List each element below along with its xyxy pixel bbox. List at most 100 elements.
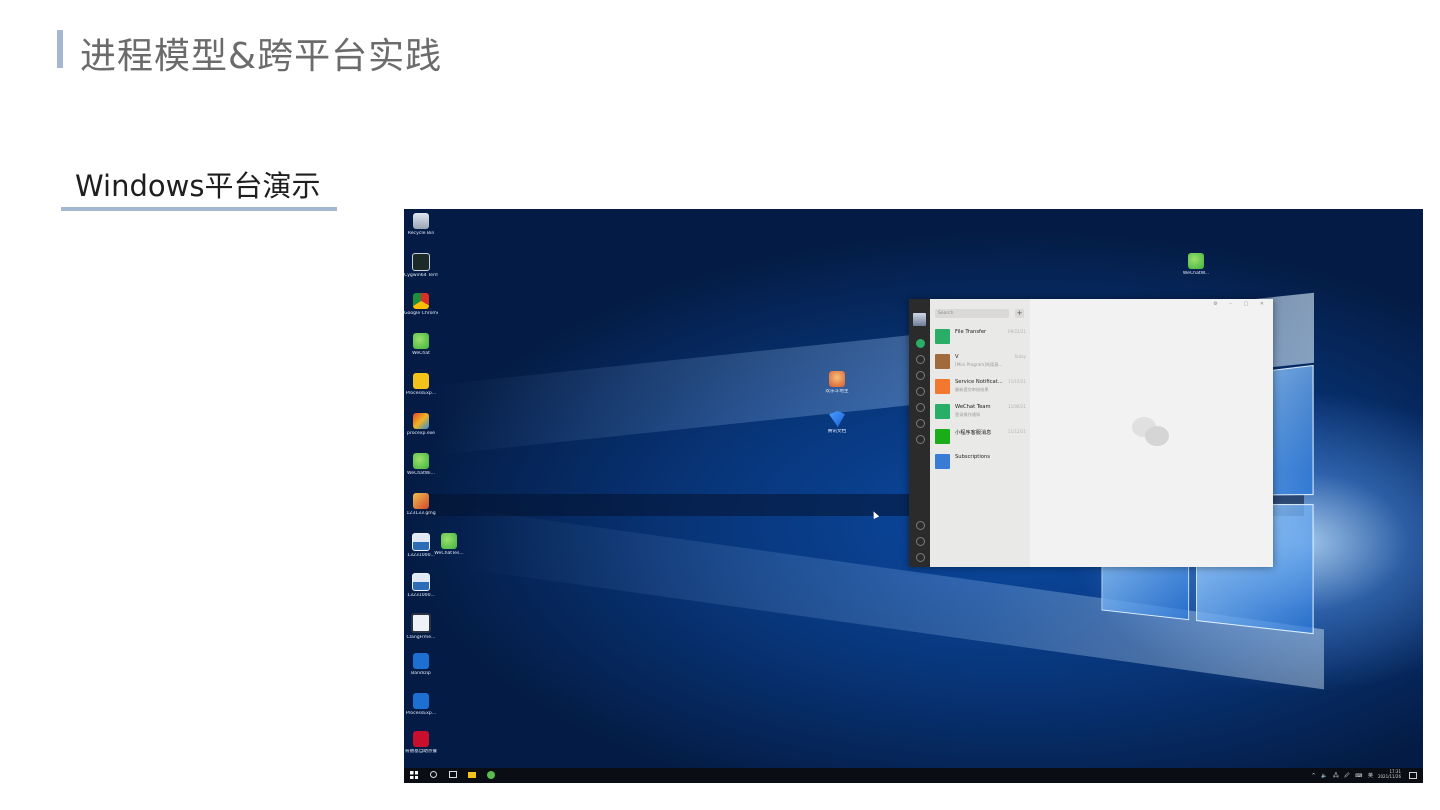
chat-name: WeChat Team (955, 404, 991, 410)
folder-icon (413, 373, 429, 389)
list-item[interactable]: Service Notificat... 最新提交审核结果 11/15/21 (930, 374, 1030, 399)
cygwin-terminal-shortcut[interactable]: Cygwin64 Terminal (404, 253, 438, 279)
list-item[interactable]: File Transfer 09/22/21 (930, 324, 1030, 349)
list-item[interactable]: Subscriptions (930, 449, 1030, 474)
task-view-icon[interactable] (449, 771, 457, 778)
bandizip-shortcut[interactable]: Bandizip (404, 653, 438, 677)
wechat-watermark-icon (1132, 417, 1170, 447)
window-controls[interactable]: ⚙ – ▢ ✕ (1213, 301, 1269, 307)
avatar[interactable] (913, 313, 926, 326)
wechat-taskbar-icon[interactable] (487, 771, 495, 779)
recycle-bin-shortcut[interactable]: Recycle Bin (404, 213, 438, 237)
menu-icon[interactable] (916, 553, 925, 562)
section-underline (61, 207, 337, 211)
notification-icon (935, 379, 950, 394)
clock[interactable]: 17:31 2021/11/26 (1378, 769, 1401, 779)
desktop-icon-label: 欢乐斗地主 (825, 389, 849, 394)
search-input[interactable]: Search (935, 309, 1009, 318)
moments-icon[interactable] (916, 403, 925, 412)
chat-preview: [Mini Program]肯德基... (955, 362, 1003, 367)
terminal-icon (412, 253, 430, 271)
star-icon[interactable] (916, 435, 925, 444)
list-item[interactable]: WeChat Team 登录操作通知 11/06/21 (930, 399, 1030, 424)
wechatwin-shortcut[interactable]: WeChatW... (1179, 253, 1213, 277)
desktop-icon-label: WeChat (412, 351, 430, 356)
phone-icon[interactable] (916, 537, 925, 546)
chrome-shortcut[interactable]: Google Chrome (404, 293, 438, 317)
picture-icon (412, 533, 430, 551)
processexp-folder-shortcut[interactable]: ProcessExp... (404, 373, 438, 397)
chat-date: 11/12/21 (1008, 429, 1026, 434)
desktop-icon-label: 腾讯文档 (827, 429, 847, 434)
desktop-icon-label: ProcessExp... (405, 391, 437, 396)
wechatwin-shortcut[interactable]: WeChatWi... (404, 453, 438, 477)
chat-name: 小程序客服消息 (955, 430, 992, 436)
wechat-icon (413, 453, 429, 469)
desktop-icon-label: 123133.gmg (406, 511, 436, 516)
chat-list: Search + File Transfer 09/22/21 V [Mini … (930, 299, 1031, 567)
mini-program-service-icon (935, 429, 950, 444)
miniprogram-panel-icon[interactable] (916, 521, 925, 530)
desktop-icon-label: 肯德基自助点餐 (404, 749, 438, 754)
chats-icon[interactable] (916, 339, 925, 348)
notification-center-icon[interactable] (1409, 772, 1417, 779)
desktop-icon-label: procexp.exe (406, 431, 436, 436)
title-accent-bar (57, 30, 63, 68)
subscriptions-icon (935, 454, 950, 469)
wechat-shortcut[interactable]: WeChat (404, 333, 438, 357)
procexp-exe-shortcut[interactable]: procexp.exe (404, 413, 438, 437)
desktop-icon-label: Cygwin64 Terminal (404, 273, 438, 278)
exe-icon (413, 413, 429, 429)
desktop-icon-label: ClangFrme... (406, 635, 436, 640)
chat-name: V (955, 354, 959, 360)
processexp-zip-shortcut[interactable]: ProcessExp... (404, 693, 438, 717)
system-tray-icons[interactable]: ^ 🔈 🖧 🖉 ⌨ 英 (1312, 772, 1375, 781)
kfc-icon (413, 731, 429, 747)
clang-shortcut[interactable]: ClangFrme... (404, 613, 438, 641)
kfc-shortcut[interactable]: 肯德基自助点餐 (404, 731, 438, 755)
file-explorer-icon[interactable] (468, 772, 476, 778)
image-icon (413, 493, 429, 509)
taskbar: ^ 🔈 🖧 🖉 ⌨ 英 17:31 2021/11/26 (404, 768, 1423, 783)
contact-avatar-icon (935, 354, 950, 369)
list-item[interactable]: V [Mini Program]肯德基... Today (930, 349, 1030, 374)
start-icon[interactable] (410, 771, 418, 779)
game-shortcut[interactable]: 欢乐斗地主 (820, 371, 854, 395)
chat-date: 11/06/21 (1008, 404, 1026, 409)
recycle-bin-icon (413, 213, 429, 229)
wechattest-shortcut[interactable]: WeChatTes... (432, 533, 466, 557)
desktop-icon-label: WeChatW... (1182, 271, 1210, 276)
desktop-icon-label: 13231000... (407, 593, 435, 598)
search-icon[interactable] (430, 771, 437, 778)
wechat-icon (413, 333, 429, 349)
bandizip-icon (413, 693, 429, 709)
desktop-icon-label: Bandizip (411, 671, 431, 676)
desktop-icon-label: WeChatTes... (434, 551, 464, 556)
image-file-shortcut[interactable]: 123133.gmg (404, 493, 438, 517)
list-item[interactable]: 小程序客服消息 11/12/21 (930, 424, 1030, 449)
desktop-icon-label: WeChatWi... (407, 471, 435, 476)
picture-icon (412, 573, 430, 591)
files-icon[interactable] (916, 387, 925, 396)
chat-preview: 最新提交审核结果 (955, 387, 989, 392)
clock-date: 2021/11/26 (1377, 774, 1401, 779)
tencent-docs-shortcut[interactable]: 腾讯文档 (820, 411, 854, 435)
mini-programs-icon[interactable] (916, 419, 925, 428)
chat-date: Today (1014, 354, 1026, 359)
contacts-icon[interactable] (916, 355, 925, 364)
game-avatar-icon (829, 371, 845, 387)
clang-icon (411, 613, 431, 633)
chat-name: File Transfer (955, 329, 987, 335)
file-transfer-icon (935, 329, 950, 344)
chat-preview: 登录操作通知 (955, 412, 981, 417)
picture-file-shortcut[interactable]: 13231000... (404, 573, 438, 599)
chrome-icon (413, 293, 429, 309)
favorites-icon[interactable] (916, 371, 925, 380)
slide-title: 进程模型&跨平台实践 (80, 36, 443, 77)
chat-name: Subscriptions (955, 454, 990, 460)
desktop-screenshot: Recycle Bin Cygwin64 Terminal Google Chr… (404, 209, 1423, 783)
add-chat-button[interactable]: + (1015, 309, 1024, 318)
chat-date: 11/15/21 (1008, 379, 1026, 384)
desktop-icon-label: Google Chrome (404, 311, 438, 316)
wechat-icon (1188, 253, 1204, 269)
